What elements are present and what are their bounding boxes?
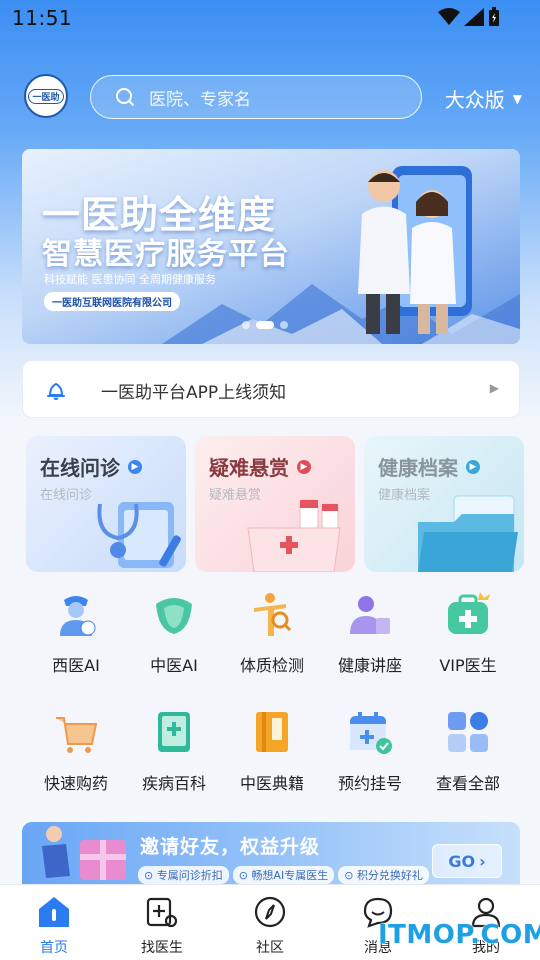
find-doctor-icon bbox=[146, 897, 178, 928]
stethoscope-clipboard-icon bbox=[97, 502, 181, 568]
shortcut-view-all[interactable]: 查看全部 bbox=[424, 708, 512, 794]
invite-tag: ⊙ 积分兑换好礼 bbox=[338, 866, 429, 884]
shortcut-buy-medicine[interactable]: 快速购药 bbox=[32, 708, 120, 794]
shortcut-health-lecture[interactable]: 健康讲座 bbox=[326, 590, 414, 676]
version-label: 大众版 bbox=[444, 88, 505, 112]
logo-text: 一医助 bbox=[28, 88, 64, 104]
battery-icon bbox=[489, 7, 499, 26]
card-title: 疑难悬赏 bbox=[209, 456, 289, 480]
promo-banner[interactable]: 一医助全维度 智慧医疗服务平台 科技赋能 医患协同 全周期健康服务 一医助互联网… bbox=[22, 149, 520, 344]
card-title-wrap: 疑难悬赏 ▶ bbox=[209, 452, 311, 481]
search-placeholder: 医院、专家名 bbox=[149, 89, 251, 110]
invite-tag: ⊙ 专属问诊折扣 bbox=[138, 866, 229, 884]
doctor-ai-icon bbox=[60, 596, 96, 636]
notice-bar[interactable]: 一医助平台APP上线须知 ▶ bbox=[22, 360, 520, 418]
version-selector[interactable]: 大众版 ▼ bbox=[445, 84, 522, 113]
invite-go-button[interactable]: GO › bbox=[432, 844, 502, 878]
invite-tag-text: 畅想AI专属医生 bbox=[251, 869, 329, 882]
shortcut-label: 体质检测 bbox=[239, 656, 304, 675]
folder-icon bbox=[418, 495, 518, 572]
arrow-right-icon: ▶ bbox=[128, 459, 142, 474]
arrow-right-icon: ▶ bbox=[466, 459, 480, 474]
tab-label: 找医生 bbox=[141, 940, 183, 956]
shortcut-vip-doctor[interactable]: VIP医生 bbox=[424, 590, 512, 676]
shortcut-label: VIP医生 bbox=[439, 656, 497, 675]
tongue-icon bbox=[156, 598, 192, 634]
header: 一医助 医院、专家名 大众版 ▼ bbox=[0, 72, 540, 122]
invite-tag-text: 积分兑换好礼 bbox=[356, 869, 423, 882]
shortcut-label: 健康讲座 bbox=[337, 656, 402, 675]
shortcut-label: 中医AI bbox=[150, 656, 198, 675]
invite-tag: ⊙ 畅想AI专属医生 bbox=[232, 866, 335, 884]
shortcut-chinese-ai[interactable]: 中医AI bbox=[130, 590, 218, 676]
all-apps-icon bbox=[448, 712, 488, 752]
shortcut-label: 中医典籍 bbox=[239, 774, 304, 793]
shortcut-disease-wiki[interactable]: 疾病百科 bbox=[130, 708, 218, 794]
encyclopedia-icon bbox=[158, 712, 190, 752]
go-label: GO bbox=[448, 851, 476, 871]
body-check-icon bbox=[254, 593, 292, 636]
carousel-dot bbox=[280, 321, 288, 329]
tab-find-doctor[interactable]: 找医生 bbox=[122, 895, 202, 957]
chevron-right-icon: ▶ bbox=[489, 381, 499, 395]
cart-icon bbox=[56, 717, 98, 753]
search-input[interactable]: 医院、专家名 bbox=[90, 75, 422, 119]
shortcut-label: 快速购药 bbox=[43, 774, 108, 793]
card-title: 在线问诊 bbox=[40, 456, 120, 480]
invite-title: 邀请好友，权益升级 bbox=[140, 836, 321, 858]
compass-icon bbox=[254, 896, 286, 928]
banner-slogan: 科技赋能 医患协同 全周期健康服务 bbox=[44, 273, 216, 286]
lecture-icon bbox=[350, 596, 390, 634]
chevron-right-icon: › bbox=[479, 851, 486, 871]
doctors-illustration bbox=[358, 170, 456, 334]
carousel-dot-active bbox=[256, 321, 274, 329]
carousel-dot bbox=[242, 321, 250, 329]
app-logo[interactable]: 一医助 bbox=[24, 74, 68, 118]
card-title-wrap: 健康档案 ▶ bbox=[378, 452, 480, 481]
search-icon bbox=[116, 88, 134, 106]
tab-home[interactable]: 首页 bbox=[14, 895, 94, 957]
shortcut-appointment[interactable]: 预约挂号 bbox=[326, 708, 414, 794]
status-time: 11:51 bbox=[12, 6, 73, 30]
card-title-wrap: 在线问诊 ▶ bbox=[40, 452, 142, 481]
feature-cards: 在线问诊 ▶ 在线问诊 疑难悬赏 ▶ 疑难悬赏 健康档案 ▶ 健康档案 bbox=[26, 436, 524, 572]
status-bar: 11:51 bbox=[0, 0, 540, 36]
tab-label: 首页 bbox=[40, 940, 68, 956]
carousel-indicator bbox=[242, 321, 288, 329]
card-title: 健康档案 bbox=[378, 456, 458, 480]
invite-banner[interactable]: 邀请好友，权益升级 ⊙ 专属问诊折扣 ⊙ 畅想AI专属医生 ⊙ 积分兑换好礼 G… bbox=[22, 822, 520, 884]
home-icon bbox=[39, 897, 69, 927]
medicine-box-icon bbox=[247, 499, 341, 572]
banner-company-tag: 一医助互联网医院有限公司 bbox=[44, 292, 180, 311]
shortcut-label: 查看全部 bbox=[435, 774, 500, 793]
card-difficult-reward[interactable]: 疑难悬赏 ▶ 疑难悬赏 bbox=[195, 436, 355, 572]
card-subtitle: 在线问诊 bbox=[40, 488, 93, 503]
notice-text: 一医助平台APP上线须知 bbox=[101, 383, 287, 403]
shortcut-body-check[interactable]: 体质检测 bbox=[228, 590, 316, 676]
status-icons bbox=[438, 7, 500, 27]
signal-icon bbox=[464, 8, 484, 26]
invite-tag-text: 专属问诊折扣 bbox=[156, 869, 223, 882]
shortcut-western-ai[interactable]: 西医AI bbox=[32, 590, 120, 676]
watermark: ITMOP.COM bbox=[378, 920, 540, 950]
bell-icon bbox=[47, 382, 65, 400]
shortcut-tcm-classics[interactable]: 中医典籍 bbox=[228, 708, 316, 794]
tab-label: 社区 bbox=[256, 940, 284, 956]
shortcut-label: 疾病百科 bbox=[141, 774, 206, 793]
gift-person-illustration bbox=[42, 826, 126, 880]
vip-kit-icon bbox=[448, 592, 490, 634]
wifi-icon bbox=[438, 8, 460, 25]
card-health-record[interactable]: 健康档案 ▶ 健康档案 bbox=[364, 436, 524, 572]
card-online-consult[interactable]: 在线问诊 ▶ 在线问诊 bbox=[26, 436, 186, 572]
tab-community[interactable]: 社区 bbox=[230, 895, 310, 957]
classic-book-icon bbox=[256, 712, 288, 752]
invite-tags: ⊙ 专属问诊折扣 ⊙ 畅想AI专属医生 ⊙ 积分兑换好礼 bbox=[138, 866, 429, 884]
shortcut-label: 西医AI bbox=[52, 656, 100, 675]
calendar-icon bbox=[350, 712, 392, 754]
chevron-down-icon: ▼ bbox=[512, 91, 522, 106]
arrow-right-icon: ▶ bbox=[297, 459, 311, 474]
banner-subtitle-title: 智慧医疗服务平台 bbox=[42, 237, 290, 272]
shortcut-label: 预约挂号 bbox=[337, 774, 402, 793]
